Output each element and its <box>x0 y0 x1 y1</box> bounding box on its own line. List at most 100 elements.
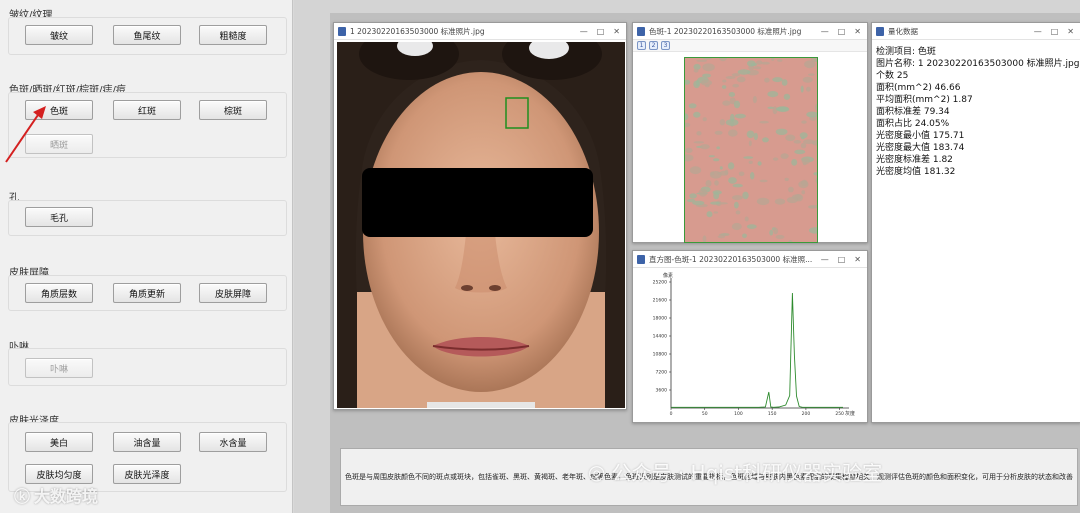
pore-button[interactable]: 毛孔 <box>25 207 93 227</box>
group-box-porphyrin: 卟啉 <box>8 348 287 386</box>
spot-blob <box>747 60 756 67</box>
photo-window[interactable]: 1 20230220163503000 标准照片.jpg — □ ✕ <box>333 22 627 410</box>
maximize-icon[interactable]: □ <box>597 27 605 36</box>
group-box-gloss: 美白 油含量 水含量 皮肤均匀度 皮肤光泽度 <box>8 422 287 492</box>
control-panel: 皱纹/纹理 皱纹 鱼尾纹 粗糙度 色斑/晒斑/红斑/棕斑/痣/痘 色斑 红斑 棕… <box>0 0 293 513</box>
x-tick-label: 50 <box>702 411 708 417</box>
close-icon[interactable]: ✕ <box>1067 27 1074 36</box>
app-icon <box>637 254 645 264</box>
spot-texture <box>685 58 817 242</box>
spot-blob <box>685 113 689 121</box>
spot-blob <box>705 180 712 187</box>
stratum-renewal-button[interactable]: 角质更新 <box>113 283 181 303</box>
spot-blob <box>685 122 691 128</box>
spot-blob <box>759 120 769 124</box>
minimize-icon[interactable]: — <box>821 27 829 36</box>
photo-window-titlebar[interactable]: 1 20230220163503000 标准照片.jpg — □ ✕ <box>334 23 626 40</box>
spot-blob <box>717 172 722 175</box>
spot-blob <box>734 201 739 209</box>
spot-blob <box>801 190 805 195</box>
spot-blob <box>752 96 757 104</box>
spot-blob <box>781 79 788 86</box>
maximize-icon[interactable]: □ <box>838 27 846 36</box>
spot-blob <box>714 130 723 135</box>
spot-blob <box>721 85 727 89</box>
minimize-icon[interactable]: — <box>1034 27 1042 36</box>
maximize-icon[interactable]: □ <box>1051 27 1059 36</box>
spot-blob <box>706 211 713 218</box>
spot-blob <box>777 59 783 62</box>
spot-blob <box>725 119 739 126</box>
spot-blob <box>809 227 817 234</box>
histogram-window[interactable]: 直方图-色斑-1 20230220163503000 标准照... — □ ✕ … <box>632 250 868 423</box>
wrinkle-button[interactable]: 皱纹 <box>25 25 93 45</box>
app-icon <box>637 26 645 36</box>
spot-blob <box>757 161 762 166</box>
spot-blob <box>753 66 762 70</box>
roughness-button[interactable]: 粗糙度 <box>199 25 267 45</box>
stratum-layers-button[interactable]: 角质层数 <box>25 283 93 303</box>
spot-blob <box>785 134 796 142</box>
minimize-icon[interactable]: — <box>821 255 829 264</box>
spot-blob <box>693 68 699 73</box>
x-axis-label: 灰度 <box>845 410 855 417</box>
spot-blob <box>784 177 789 182</box>
annotation-arrow <box>5 106 46 163</box>
group-box-pore: 毛孔 <box>8 200 287 236</box>
red-spot-button[interactable]: 红斑 <box>113 100 181 120</box>
close-icon[interactable]: ✕ <box>613 27 620 36</box>
skin-evenness-button[interactable]: 皮肤均匀度 <box>25 464 93 484</box>
spot-blob <box>732 83 739 88</box>
y-tick-label: 25200 <box>653 280 667 286</box>
spot-analysis-image <box>684 57 818 243</box>
spot-blob <box>710 201 721 205</box>
close-icon[interactable]: ✕ <box>854 255 861 264</box>
histogram-window-titlebar[interactable]: 直方图-色斑-1 20230220163503000 标准照... — □ ✕ <box>633 251 867 268</box>
crows-feet-button[interactable]: 鱼尾纹 <box>113 25 181 45</box>
watermark-logo-icon: ⓚ <box>14 487 31 506</box>
oil-content-button[interactable]: 油含量 <box>113 432 181 452</box>
spot-window-titlebar[interactable]: 色斑-1 20230220163503000 标准照片.jpg — □ ✕ <box>633 23 867 40</box>
zoom-3-button[interactable]: 3 <box>661 41 670 50</box>
spot-blob <box>746 224 757 230</box>
spot-blob <box>700 144 710 150</box>
spot-blob <box>698 188 708 197</box>
spot-blob <box>808 73 815 76</box>
quant-window-title: 量化数据 <box>888 26 918 36</box>
quant-data-window[interactable]: 量化数据 — □ ✕ 检测项目: 色斑 图片名称: 1 202302201635… <box>871 22 1080 423</box>
spot-blob <box>719 58 727 62</box>
skin-gloss-button[interactable]: 皮肤光泽度 <box>113 464 181 484</box>
minimize-icon[interactable]: — <box>580 27 588 36</box>
spot-window[interactable]: 色斑-1 20230220163503000 标准照片.jpg — □ ✕ 1 … <box>632 22 868 243</box>
maximize-icon[interactable]: □ <box>838 255 846 264</box>
close-icon[interactable]: ✕ <box>854 27 861 36</box>
brown-spot-button[interactable]: 棕斑 <box>199 100 267 120</box>
spot-blob <box>803 139 815 144</box>
face-photo-graphic <box>337 42 625 408</box>
spot-blob <box>767 106 774 109</box>
spot-blob <box>693 141 705 144</box>
app-icon <box>338 26 346 36</box>
porphyrin-button[interactable]: 卟啉 <box>25 358 93 378</box>
quant-window-titlebar[interactable]: 量化数据 — □ ✕ <box>872 23 1080 40</box>
spot-blob <box>786 196 798 204</box>
spot-blob <box>738 171 745 177</box>
spot-blob <box>687 198 696 203</box>
spot-blob <box>798 180 809 189</box>
zoom-2-button[interactable]: 2 <box>649 41 658 50</box>
water-content-button[interactable]: 水含量 <box>199 432 267 452</box>
spot-blob <box>722 79 727 83</box>
zoom-1-button[interactable]: 1 <box>637 41 646 50</box>
app-icon <box>876 26 884 36</box>
spot-blob <box>685 154 694 162</box>
y-tick-label: 7200 <box>656 370 668 376</box>
whitening-button[interactable]: 美白 <box>25 432 93 452</box>
spot-blob <box>702 58 712 60</box>
spot-blob <box>748 160 753 164</box>
spot-blob <box>772 77 783 83</box>
x-tick-label: 100 <box>734 411 743 417</box>
spot-blob <box>717 235 726 239</box>
spot-blob <box>725 76 736 79</box>
skin-barrier-button[interactable]: 皮肤屏障 <box>199 283 267 303</box>
spot-blob <box>702 235 707 242</box>
